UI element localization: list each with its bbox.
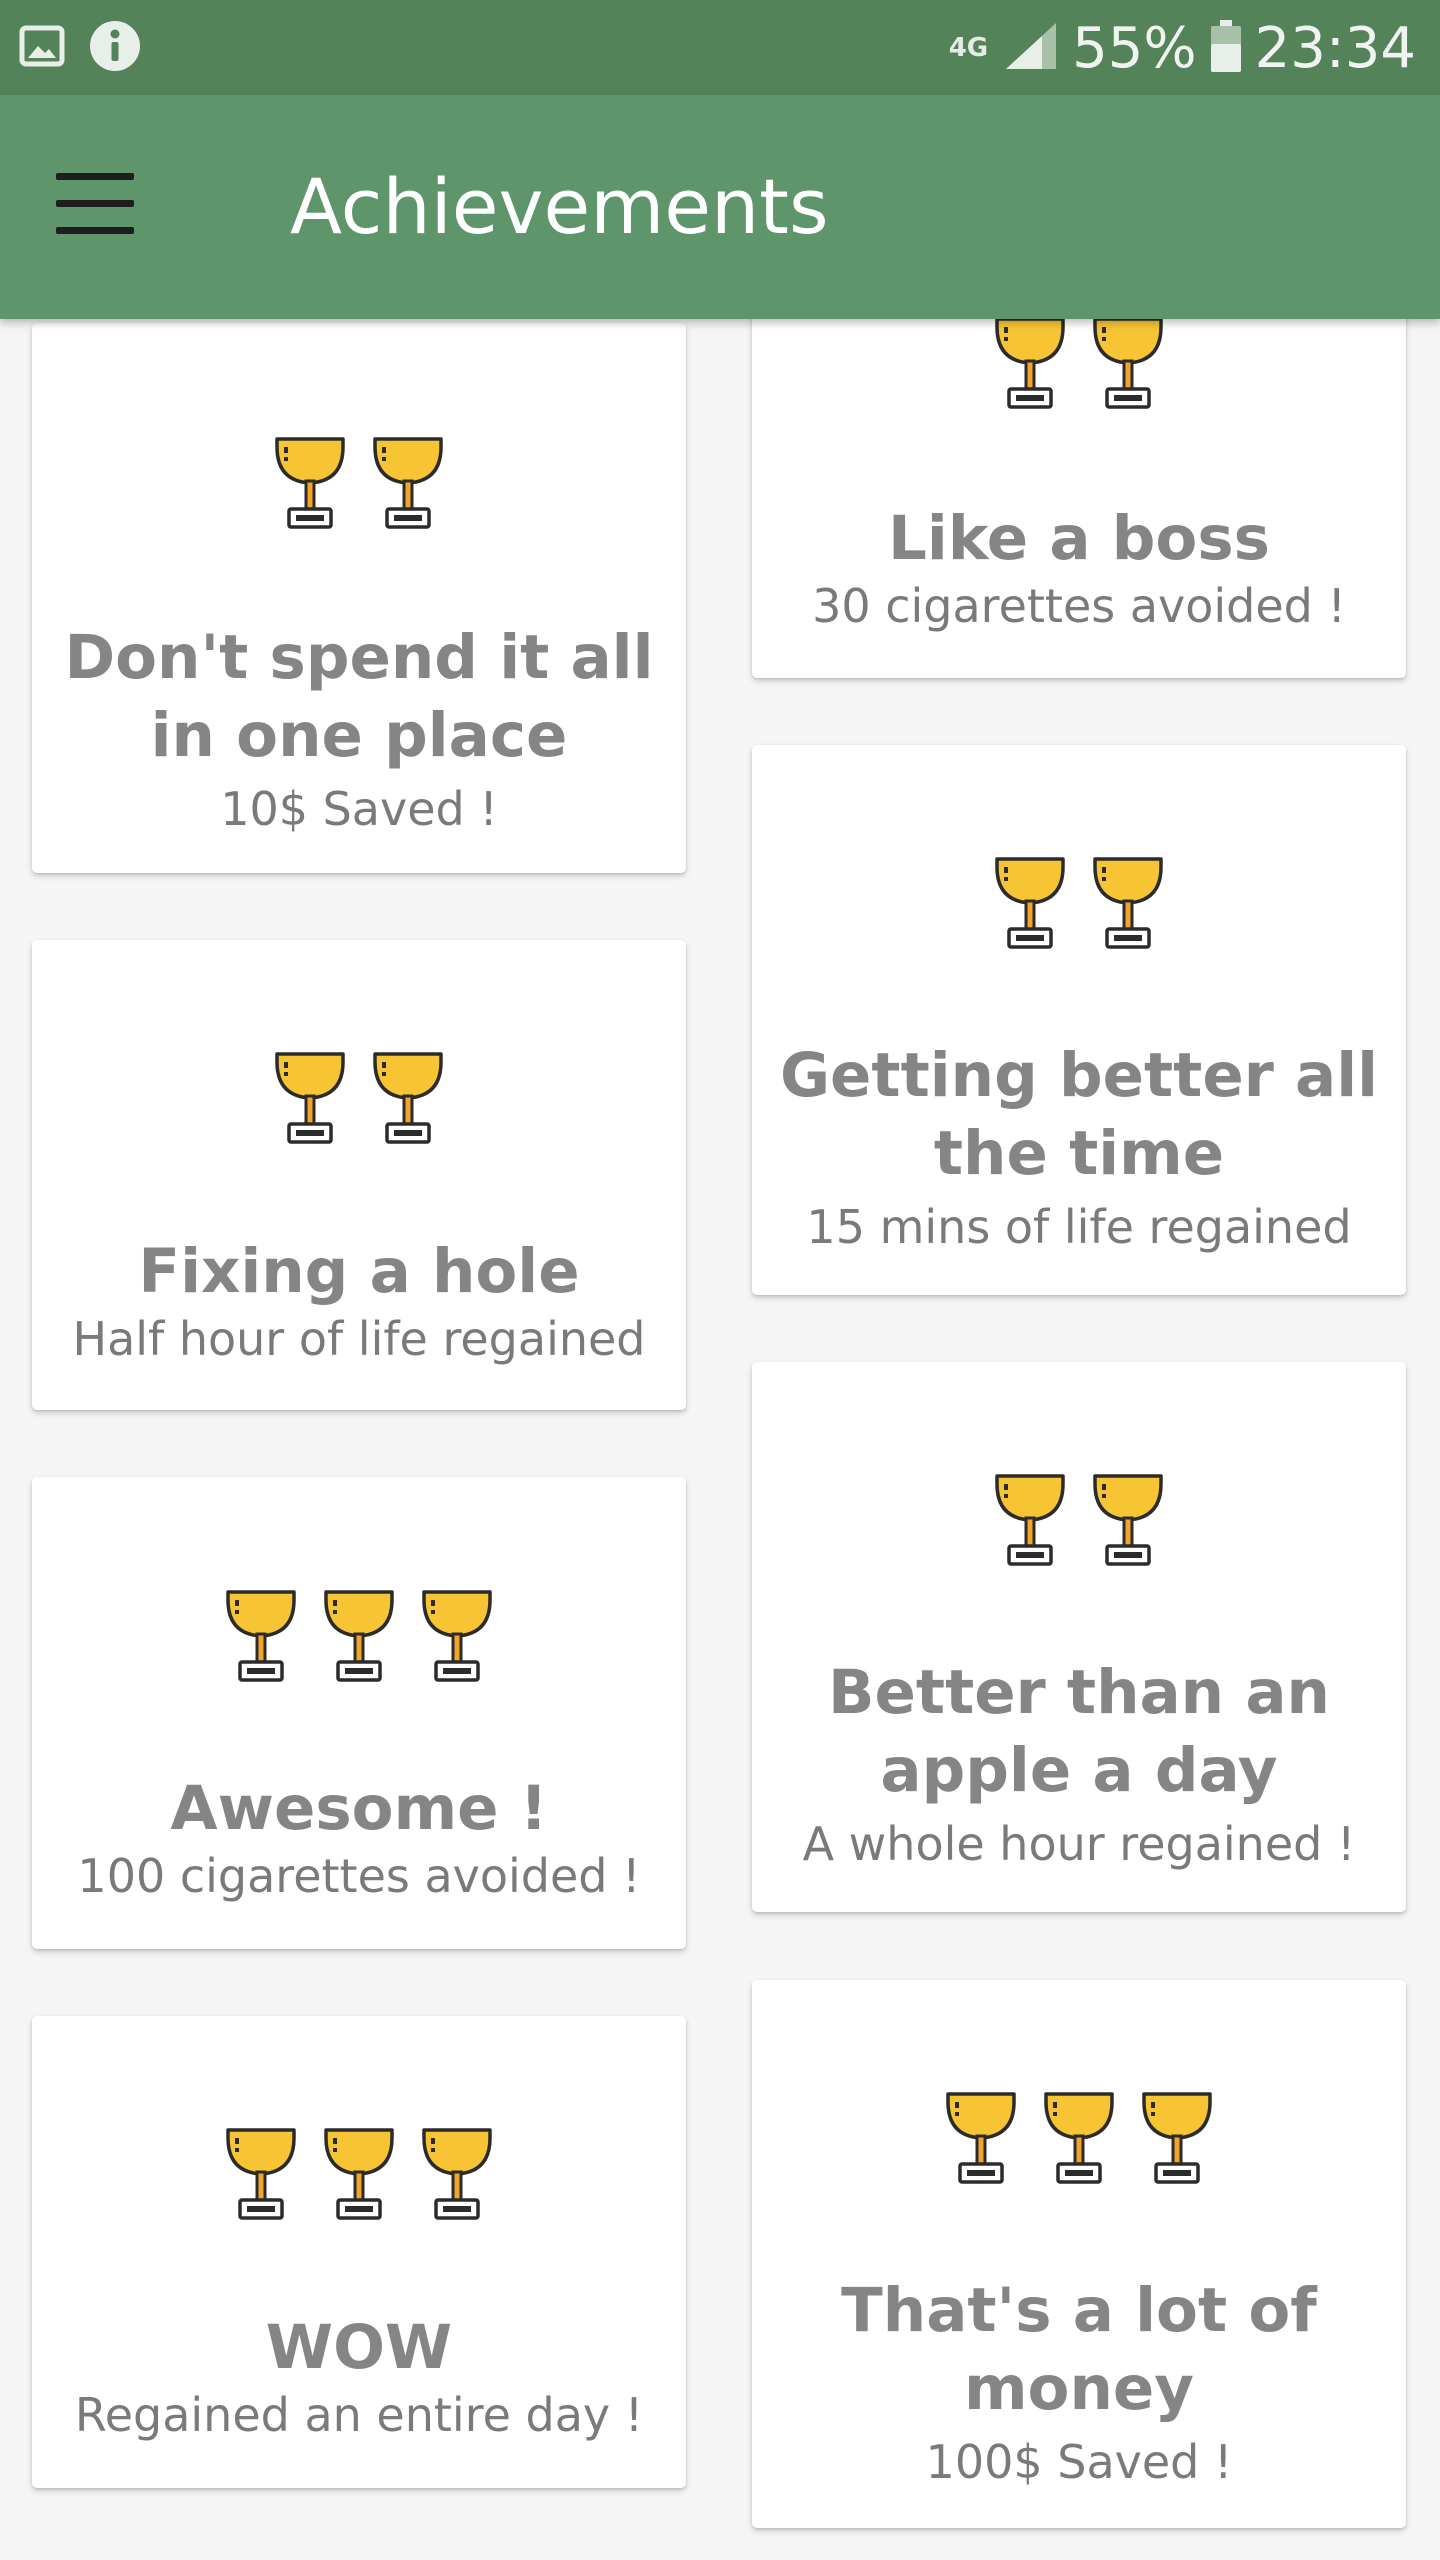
trophy-icon (318, 1586, 400, 1687)
battery-percent: 55% (1072, 15, 1197, 81)
trophy-icon (940, 2088, 1022, 2189)
achievement-card-awesome[interactable]: Awesome ! 100 cigarettes avoided ! (32, 1477, 686, 1949)
trophy-icon (1136, 2088, 1218, 2189)
trophy-icon (367, 433, 449, 534)
achievement-subtitle: 100$ Saved ! (925, 2435, 1233, 2489)
signal-icon (1004, 21, 1058, 75)
achievement-subtitle: 30 cigarettes avoided ! (812, 579, 1346, 633)
achievement-title: Fixing a hole (138, 1236, 580, 1307)
achievement-title: Awesome ! (170, 1773, 548, 1844)
achievement-subtitle: A whole hour regained ! (802, 1817, 1356, 1871)
trophy-row (32, 1048, 686, 1149)
trophy-icon (220, 1586, 302, 1687)
achievement-card-lot-of-money[interactable]: That's a lot of money 100$ Saved ! (752, 1980, 1406, 2528)
achievement-title: Better than an apple a day (828, 1657, 1330, 1806)
trophy-row (32, 2124, 686, 2225)
trophy-row (32, 1586, 686, 1687)
achievement-subtitle: Half hour of life regained (72, 1312, 646, 1366)
trophy-icon (989, 853, 1071, 954)
trophy-icon (1087, 853, 1169, 954)
trophy-row (752, 1470, 1406, 1571)
achievement-subtitle: 100 cigarettes avoided ! (77, 1849, 641, 1903)
battery-icon (1210, 20, 1241, 76)
trophy-icon (269, 1048, 351, 1149)
info-icon (88, 19, 142, 77)
trophy-row (752, 853, 1406, 954)
achievement-title: That's a lot of money (841, 2275, 1317, 2424)
trophy-icon (1087, 1470, 1169, 1571)
trophy-icon (220, 2124, 302, 2225)
trophy-icon (416, 1586, 498, 1687)
trophy-row (752, 2088, 1406, 2189)
achievement-subtitle: 10$ Saved ! (220, 782, 498, 836)
trophy-icon (989, 1470, 1071, 1571)
achievement-card-fixing-a-hole[interactable]: Fixing a hole Half hour of life regained (32, 940, 686, 1410)
achievement-subtitle: Regained an entire day ! (74, 2388, 644, 2442)
achievement-card-dont-spend[interactable]: Don't spend it all in one place 10$ Save… (32, 323, 686, 873)
hamburger-menu-icon[interactable] (50, 173, 142, 239)
image-icon (18, 22, 66, 74)
trophy-icon (1038, 2088, 1120, 2189)
trophy-icon (1087, 313, 1169, 414)
achievement-card-like-a-boss[interactable]: Like a boss 30 cigarettes avoided ! (752, 270, 1406, 678)
achievement-title: Like a boss (888, 503, 1270, 574)
trophy-icon (989, 313, 1071, 414)
page-title: Achievements (290, 162, 829, 251)
trophy-row (32, 433, 686, 534)
trophy-icon (318, 2124, 400, 2225)
trophy-icon (416, 2124, 498, 2225)
trophy-row (752, 313, 1406, 414)
achievement-title: Don't spend it all in one place (64, 622, 654, 771)
network-type: 4G (948, 33, 989, 63)
trophy-icon (269, 433, 351, 534)
achievement-title: Getting better all the time (779, 1040, 1379, 1189)
achievement-card-better-than-apple[interactable]: Better than an apple a day A whole hour … (752, 1362, 1406, 1912)
achievement-card-wow[interactable]: WOW Regained an entire day ! (32, 2016, 686, 2488)
app-bar: Achievements (0, 95, 1440, 319)
clock: 23:34 (1254, 15, 1416, 81)
trophy-icon (367, 1048, 449, 1149)
status-bar: 4G 55% 23:34 (0, 0, 1440, 95)
achievement-subtitle: 15 mins of life regained (806, 1200, 1352, 1254)
achievement-card-getting-better[interactable]: Getting better all the time 15 mins of l… (752, 745, 1406, 1295)
achievement-title: WOW (265, 2312, 453, 2383)
